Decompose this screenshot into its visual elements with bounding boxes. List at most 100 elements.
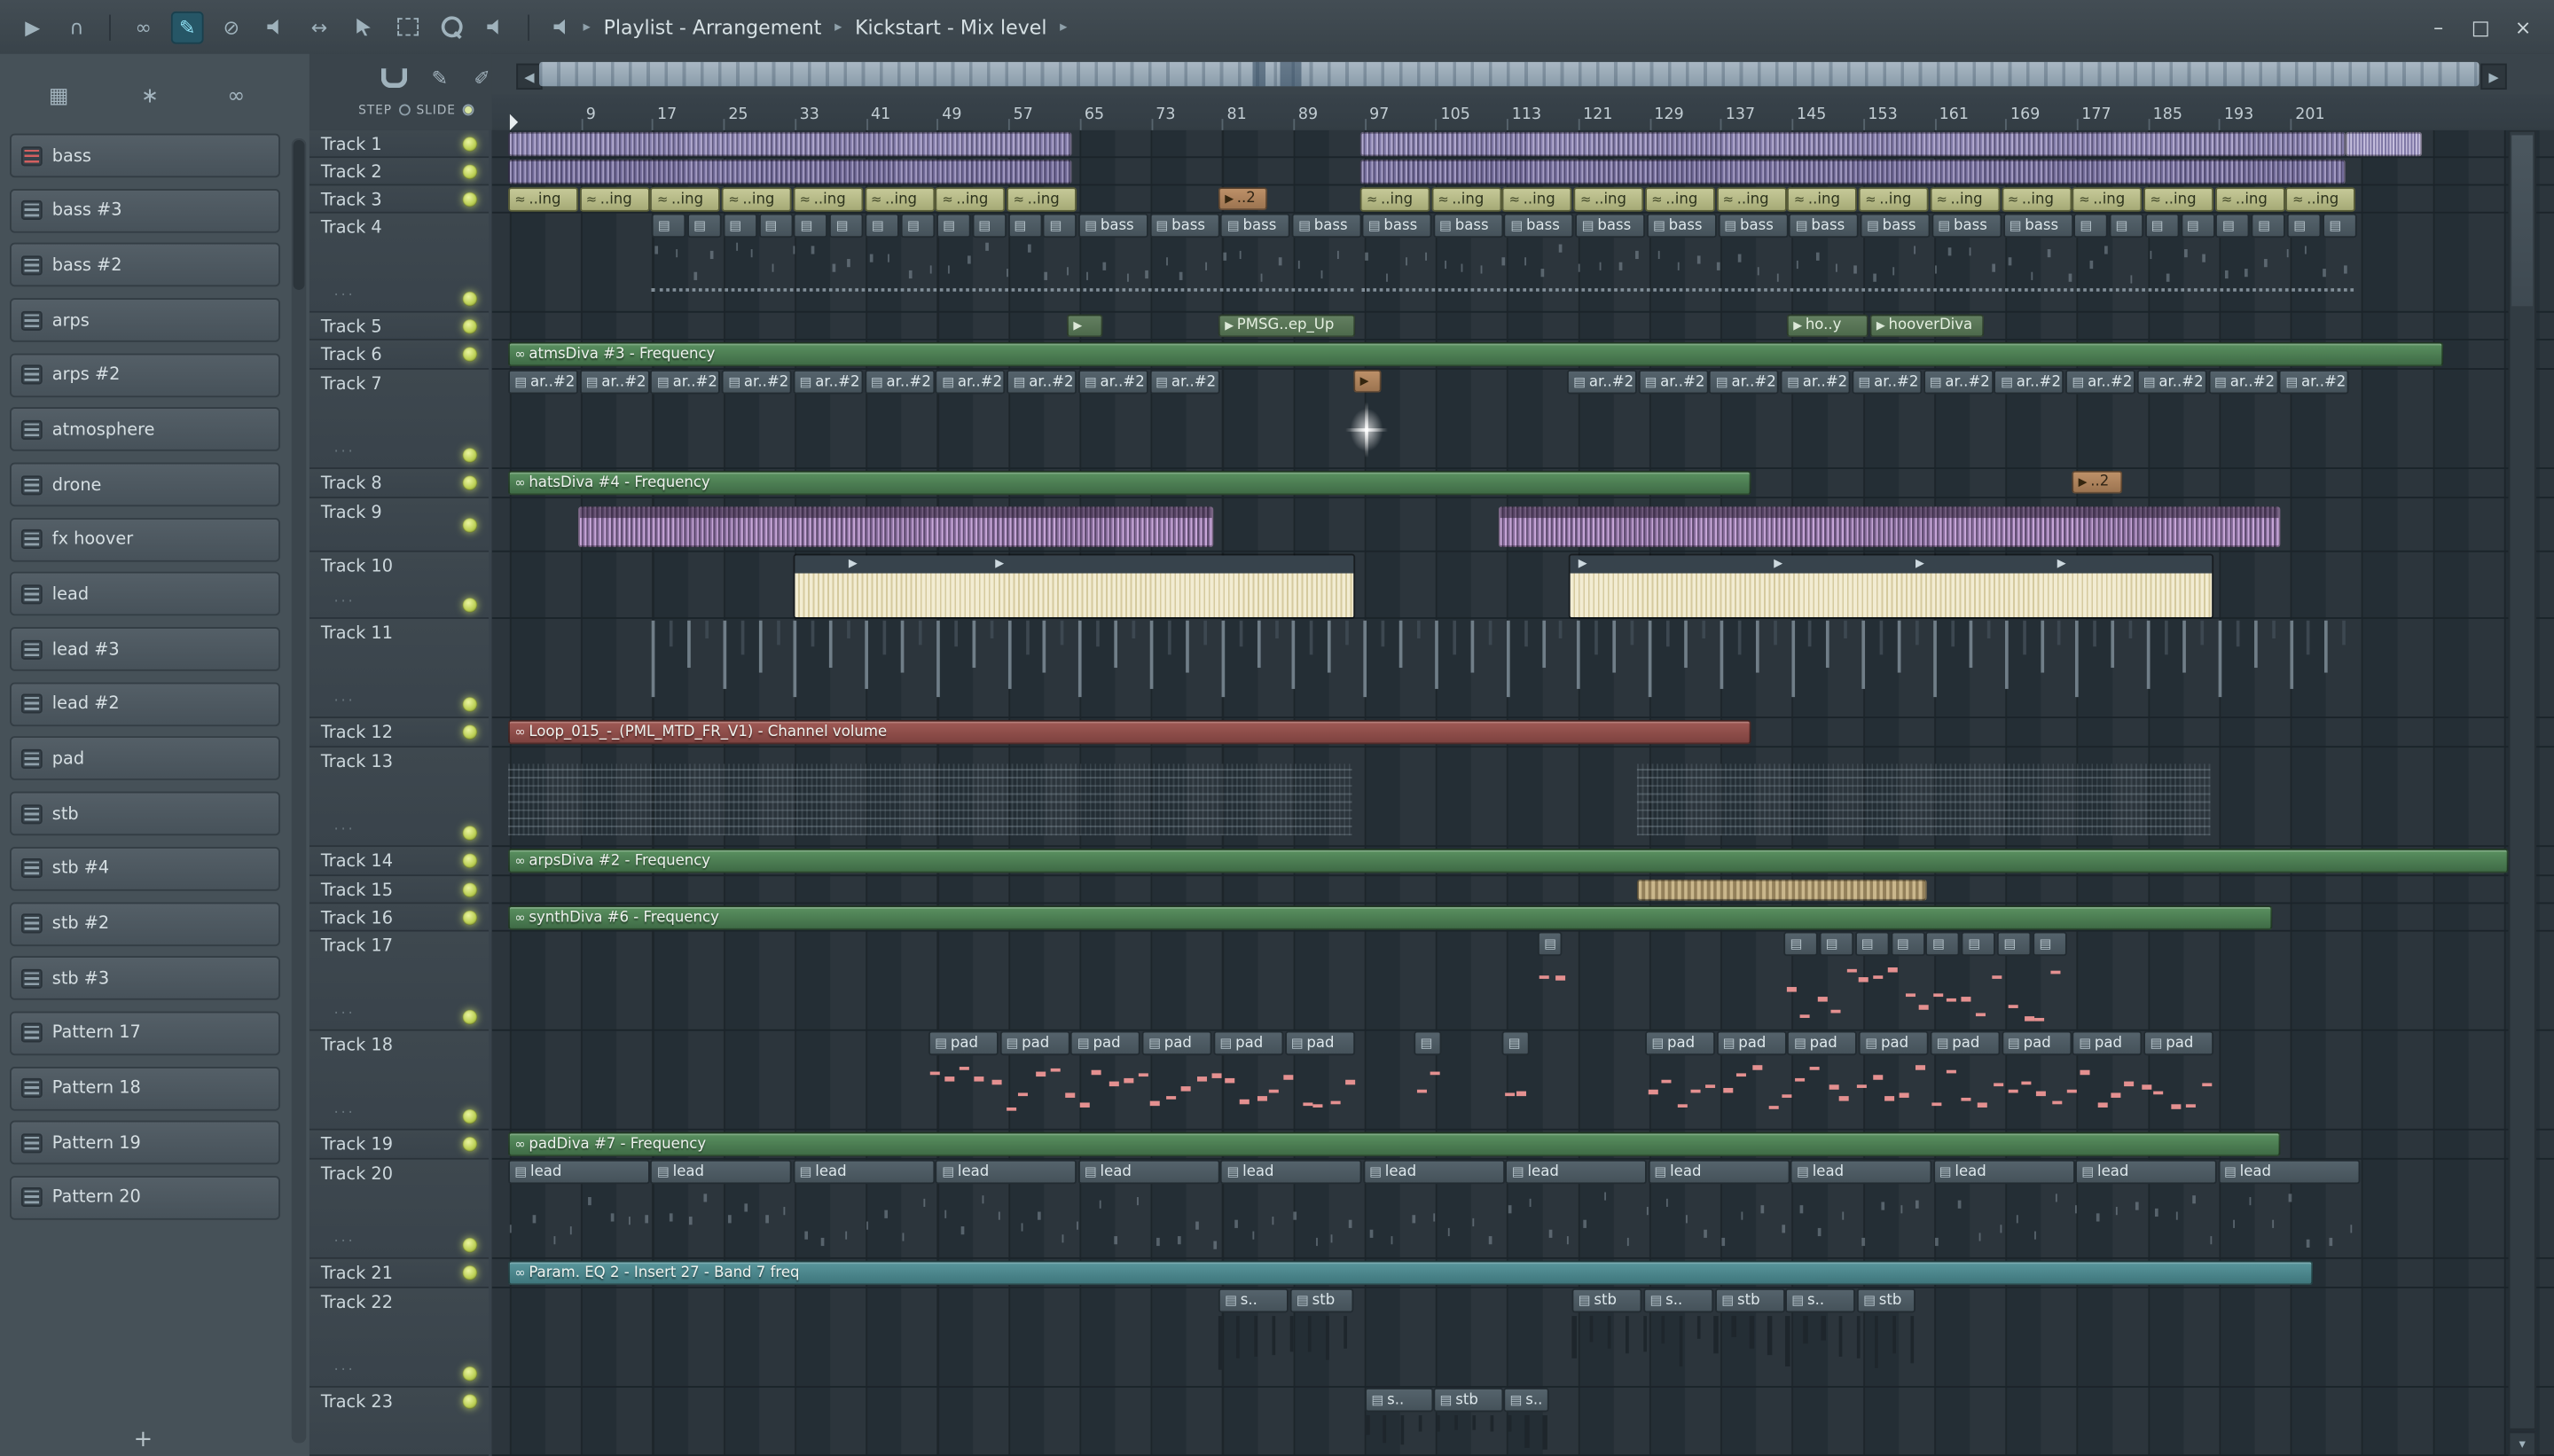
pattern-list-item[interactable]: arps [10, 298, 280, 342]
pattern-clip[interactable]: ▤ ar..#2 [1923, 369, 1994, 395]
pattern-clip[interactable]: ▤ [1007, 213, 1042, 239]
pattern-clip[interactable]: ▤ pad [1645, 1030, 1716, 1056]
pattern-clip[interactable]: ▤ bass [1077, 213, 1148, 239]
audio-clip[interactable]: ≈ ..ing [935, 187, 1006, 212]
marquee-tool-icon[interactable] [391, 11, 424, 43]
track-header[interactable]: Track 12 [309, 717, 490, 748]
track-lane[interactable] [491, 1288, 2554, 1388]
pattern-list-item[interactable]: lead [10, 572, 280, 617]
mute-led[interactable] [462, 291, 478, 307]
paint-tool-icon[interactable]: ✎ [170, 10, 204, 43]
mute-led[interactable] [462, 598, 478, 613]
pattern-list-item[interactable]: Pattern 17 [10, 1011, 280, 1055]
pattern-clip[interactable]: ▤ pad [1141, 1030, 1212, 1056]
horizontal-scrollbar[interactable] [538, 61, 2480, 87]
pattern-clip[interactable]: ▤ [900, 213, 936, 239]
pattern-list-item[interactable]: stb #4 [10, 846, 280, 891]
audio-clip[interactable]: ≈ ..ing [2001, 187, 2072, 212]
mute-led[interactable] [462, 882, 478, 898]
audio-clip[interactable]: ≈ ..ing [1007, 187, 1077, 212]
audio-clip[interactable]: ≈ ..ing [1930, 187, 2001, 212]
pattern-clip[interactable]: ▤ ar..#2 [1638, 369, 1709, 395]
track-resize-grip[interactable]: ··· [334, 1006, 356, 1022]
pattern-clip[interactable]: ▤ lead [2217, 1159, 2360, 1185]
pattern-clip[interactable]: ▤ pad [928, 1030, 999, 1056]
mute-led[interactable] [462, 448, 478, 463]
pattern-list-item[interactable]: stb #3 [10, 956, 280, 1001]
mute-led[interactable] [462, 910, 478, 926]
audio-clip[interactable]: ≈ ..ing [864, 187, 935, 212]
pattern-clip[interactable]: ▤ lead [793, 1159, 936, 1185]
mute-led[interactable] [462, 1394, 478, 1409]
pattern-clip[interactable]: ▤ lead [1362, 1159, 1505, 1185]
track-header[interactable]: Track 22 ··· [309, 1288, 490, 1388]
pattern-clip[interactable]: ▤ [1997, 931, 2032, 957]
mute-led[interactable] [462, 1108, 478, 1124]
audio-clip[interactable]: ≈ ..ing [793, 187, 864, 212]
track-lane[interactable] [491, 313, 2554, 341]
pattern-clip[interactable]: ▤ [2287, 213, 2322, 239]
audio-texture-clip[interactable] [1359, 131, 2346, 157]
mute-led[interactable] [462, 164, 478, 180]
mute-led[interactable] [462, 697, 478, 712]
add-pattern-button[interactable]: + [134, 1427, 153, 1452]
pattern-clip[interactable]: ▤ [2180, 213, 2215, 239]
pattern-clip[interactable]: ▤ [1501, 1030, 1530, 1056]
audio-clip[interactable]: ≈ ..ing [1858, 187, 1929, 212]
pattern-clip[interactable]: ▤ ar..#2 [650, 369, 721, 395]
mute-led[interactable] [462, 137, 478, 152]
pattern-clip[interactable]: ▤ [2215, 213, 2251, 239]
pattern-clip[interactable]: ▤ bass [2002, 213, 2073, 239]
audio-clip[interactable]: ≈ ..ing [1644, 187, 1715, 212]
marker-clip[interactable]: ▶ PMSG..ep_Up [1218, 314, 1356, 338]
pattern-clip[interactable]: ▤ bass [1149, 213, 1220, 239]
pattern-clip[interactable]: ▤ ar..#2 [864, 369, 935, 395]
pattern-clip[interactable]: ▤ [1043, 213, 1077, 239]
track-header[interactable]: Track 6 [309, 340, 490, 370]
audio-texture-clip[interactable] [1498, 506, 2281, 548]
vertical-scrollbar[interactable] [2508, 129, 2536, 1430]
audio-clip[interactable]: ≈ ..ing [1359, 187, 1430, 212]
pattern-clip[interactable]: ▤ pad [1284, 1030, 1355, 1056]
pattern-list-item[interactable]: bass [10, 133, 280, 178]
pattern-clip[interactable]: ▤ bass [1432, 213, 1503, 239]
pattern-list-item[interactable]: bass #2 [10, 243, 280, 287]
automation-clip[interactable]: ∞ Param. EQ 2 - Insert 27 - Band 7 freq [508, 1260, 2314, 1286]
pattern-clip[interactable]: ▤ s.. [1365, 1387, 1434, 1413]
track-lane[interactable] [491, 876, 2554, 904]
pattern-clip[interactable]: ▤ bass [1931, 213, 2002, 239]
pattern-clip[interactable]: ▤ pad [1213, 1030, 1284, 1056]
pattern-clip[interactable]: ▤ bass [1575, 213, 1646, 239]
step-toggle-icon[interactable] [398, 104, 411, 116]
pattern-list-item[interactable]: lead #3 [10, 627, 280, 671]
pattern-clip[interactable]: ▤ [2073, 213, 2108, 239]
track-header[interactable]: Track 16 [309, 904, 490, 932]
select-tool-icon[interactable] [347, 11, 380, 43]
pattern-clip[interactable]: ▤ [651, 213, 686, 239]
pattern-clip[interactable]: ▤ [2323, 213, 2357, 239]
pattern-clip[interactable]: ▤ bass [1361, 213, 1432, 239]
pattern-clip[interactable]: ▤ s.. [1643, 1288, 1714, 1313]
pattern-clip[interactable]: ▤ ar..#2 [1077, 369, 1148, 395]
automation-clip[interactable]: ∞ Loop_015_-_(PML_MTD_FR_V1) - Channel vo… [508, 719, 1751, 745]
pattern-clip[interactable]: ▤ lead [1220, 1159, 1363, 1185]
automation-clip[interactable]: ∞ hatsDiva #4 - Frequency [508, 470, 1751, 496]
track-resize-grip[interactable]: ··· [334, 444, 356, 460]
pattern-list-item[interactable]: Pattern 20 [10, 1175, 280, 1220]
pattern-clip[interactable]: ▤ lead [1932, 1159, 2075, 1185]
pattern-clip[interactable]: ▤ lead [1505, 1159, 1648, 1185]
pattern-list-item[interactable]: lead #2 [10, 682, 280, 726]
headphones-icon[interactable]: ∩ [60, 11, 93, 43]
pattern-list-item[interactable]: drone [10, 462, 280, 507]
marker-clip[interactable]: ▶ ..2 [2072, 470, 2123, 494]
automation-steps-preview[interactable] [508, 763, 1352, 836]
mute-led[interactable] [462, 1137, 478, 1152]
step-slide-toggles[interactable]: STEP SLIDE [358, 103, 474, 117]
audio-clip[interactable]: ≈ ..ing [2214, 187, 2285, 212]
track-resize-grip[interactable]: ··· [334, 288, 356, 304]
pattern-clip[interactable]: ▤ [1925, 931, 1961, 957]
pattern-list-item[interactable]: bass #3 [10, 188, 280, 233]
track-header[interactable]: Track 9 [309, 498, 490, 552]
track-header[interactable]: Track 8 [309, 468, 490, 499]
pattern-clip[interactable]: ▤ ar..#2 [2065, 369, 2136, 395]
